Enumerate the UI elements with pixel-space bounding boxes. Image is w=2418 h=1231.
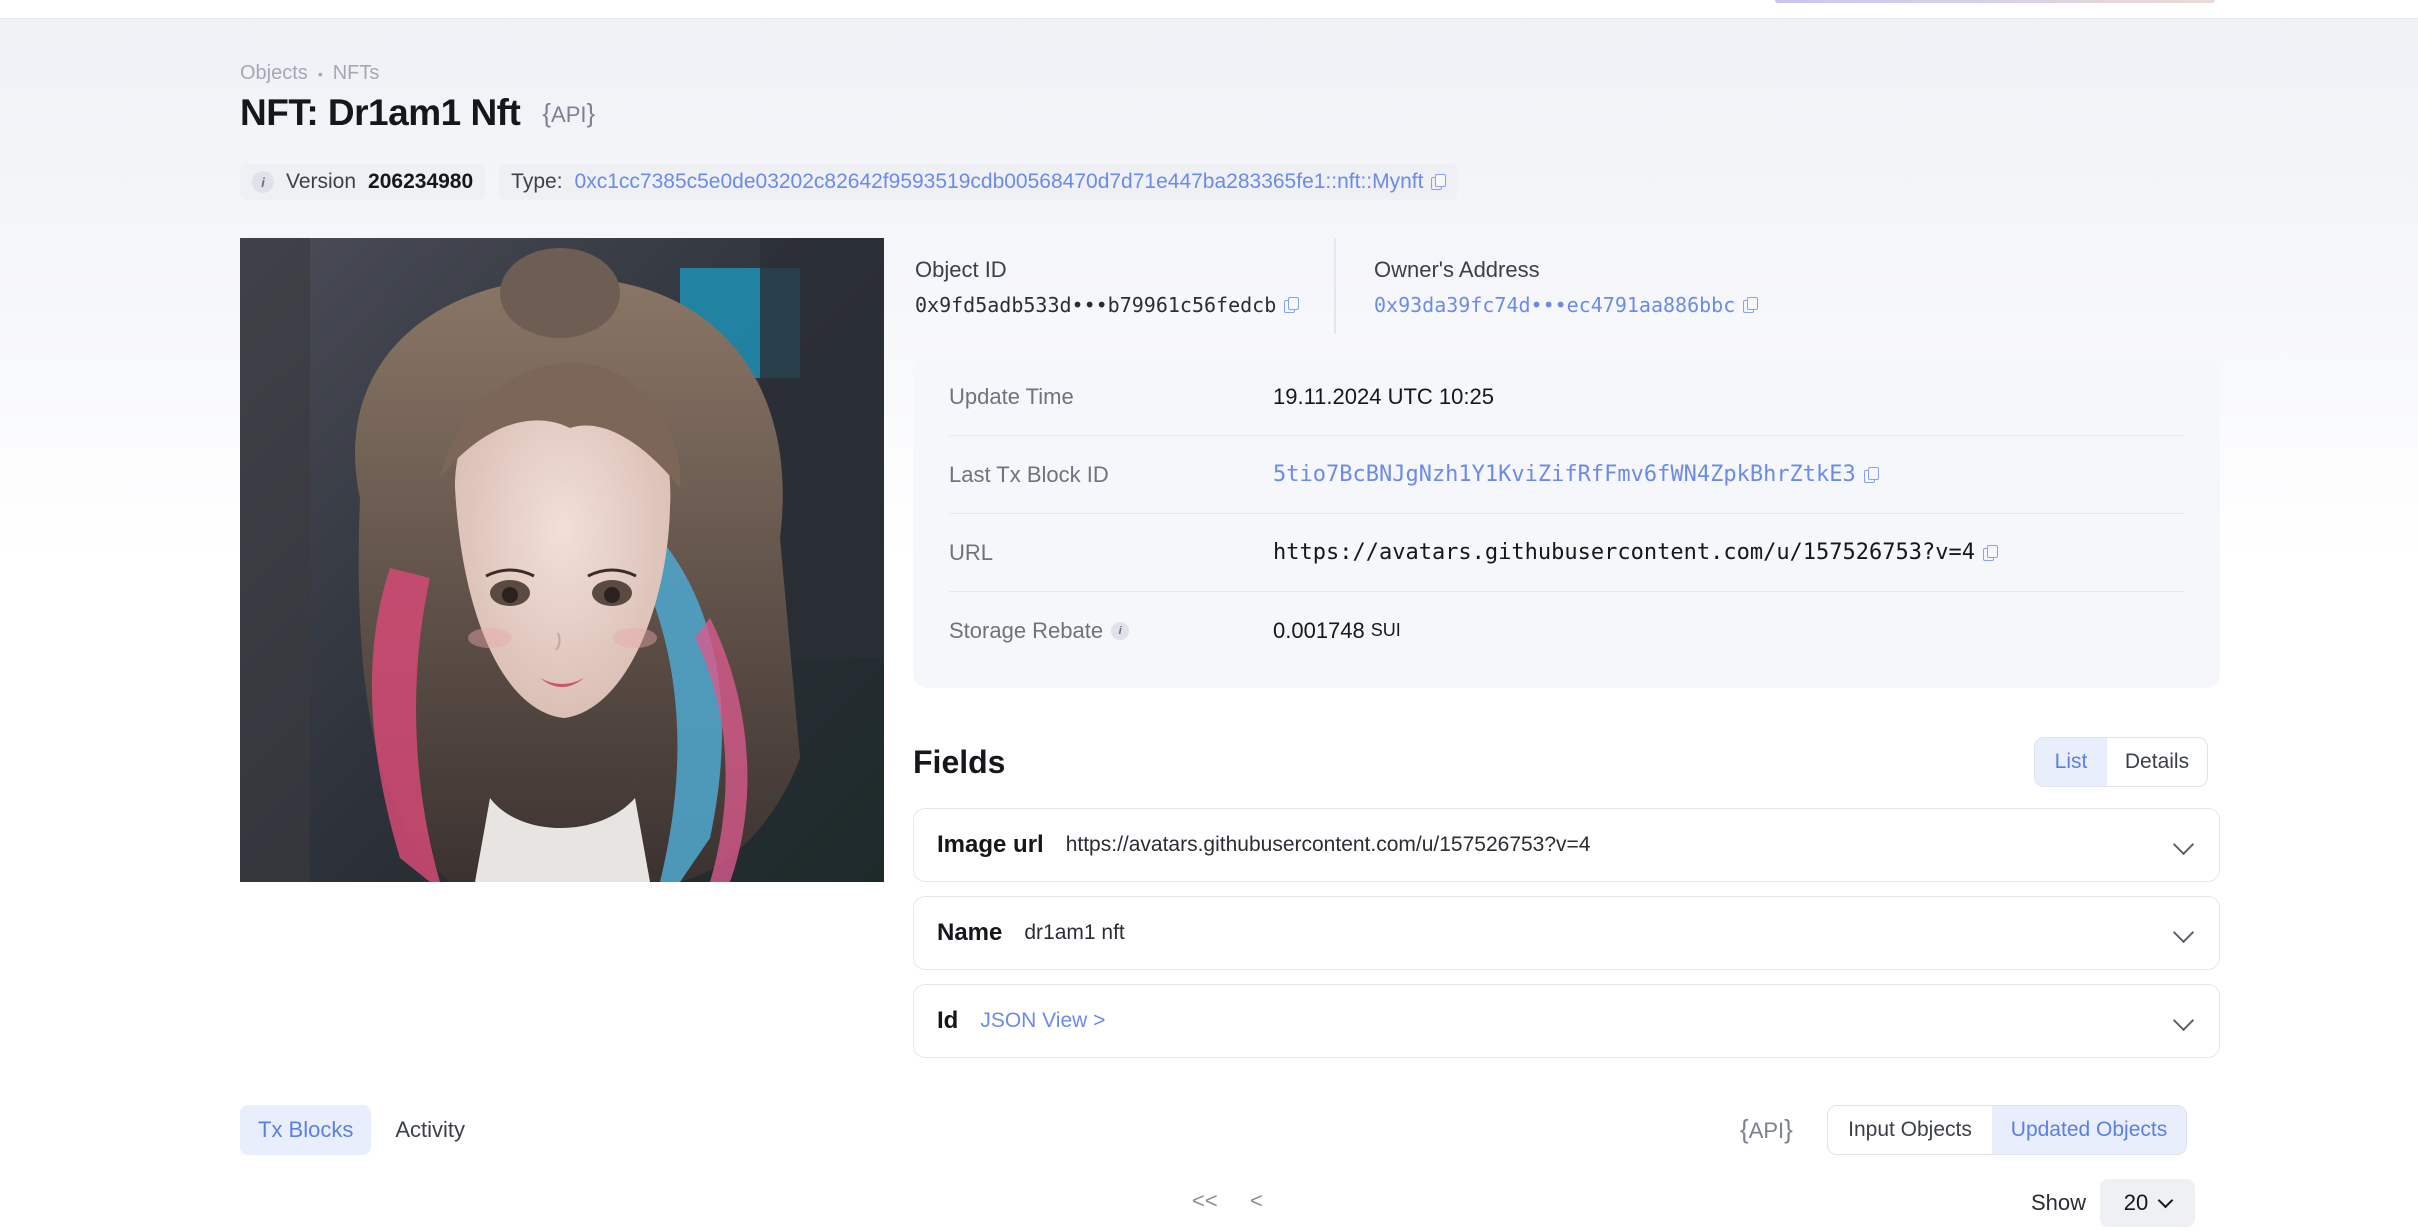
update-time-value: 19.11.2024 UTC 10:25 bbox=[1273, 383, 1494, 409]
copy-icon[interactable] bbox=[1863, 466, 1879, 483]
object-id-block: Object ID 0x9fd5adb533d•••b79961c56fedcb bbox=[915, 257, 1300, 317]
prev-page-button[interactable]: < bbox=[1250, 1188, 1263, 1214]
last-tx-row: Last Tx Block ID 5tio7BcBNJgNzh1Y1KviZif… bbox=[949, 436, 2185, 514]
url-row: URL https://avatars.githubusercontent.co… bbox=[949, 514, 2185, 592]
url-value: https://avatars.githubusercontent.com/u/… bbox=[1273, 540, 1975, 565]
object-id-label: Object ID bbox=[915, 257, 1007, 282]
field-row-image-url[interactable]: Image url https://avatars.githubusercont… bbox=[913, 808, 2220, 882]
chevron-down-icon[interactable] bbox=[2172, 921, 2195, 944]
chevron-down-icon bbox=[2157, 1192, 2174, 1208]
storage-rebate-value-row: 0.001748 SUI bbox=[1273, 618, 1401, 644]
chevron-down-icon[interactable] bbox=[2172, 833, 2195, 856]
first-page-button[interactable]: << bbox=[1192, 1188, 1218, 1214]
info-icon[interactable]: i bbox=[252, 171, 274, 193]
tab-tx-blocks[interactable]: Tx Blocks bbox=[240, 1105, 372, 1155]
page-size-select[interactable]: 20 bbox=[2100, 1179, 2195, 1227]
api-link[interactable]: {API} bbox=[542, 98, 595, 129]
owner-block: Owner's Address 0x93da39fc74d•••ec4791aa… bbox=[1374, 257, 1759, 317]
field-row-name[interactable]: Name dr1am1 nft bbox=[913, 896, 2220, 970]
storage-rebate-label: Storage Rebate bbox=[949, 617, 1104, 643]
nft-image[interactable] bbox=[240, 238, 884, 882]
version-label: Version bbox=[286, 170, 357, 193]
info-icon[interactable]: i bbox=[1111, 621, 1130, 640]
storage-rebate-value: 0.001748 bbox=[1273, 617, 1365, 643]
breadcrumb-separator: • bbox=[317, 65, 323, 82]
title-row: NFT: Dr1am1 Nft {API} bbox=[240, 92, 595, 134]
version-value: 206234980 bbox=[368, 170, 474, 193]
object-meta-chips: i Version 206234980 Type: 0xc1cc7385c5e0… bbox=[240, 164, 1458, 200]
show-label: Show bbox=[2031, 1190, 2087, 1215]
update-time-label: Update Time bbox=[949, 383, 1074, 409]
field-name: Image url bbox=[937, 831, 1044, 858]
fields-title: Fields bbox=[913, 744, 1006, 780]
type-link[interactable]: 0xc1cc7385c5e0de03202c82642f9593519cdb00… bbox=[575, 170, 1424, 194]
url-label: URL bbox=[949, 539, 994, 565]
field-name: Id bbox=[937, 1007, 959, 1034]
top-navigation-bar bbox=[0, 0, 2418, 19]
update-time-row: Update Time 19.11.2024 UTC 10:25 bbox=[949, 358, 2185, 436]
last-tx-link[interactable]: 5tio7BcBNJgNzh1Y1KviZifRfFmv6fWN4ZpkBhrZ… bbox=[1273, 462, 1856, 487]
object-filter-toggle: Input Objects Updated Objects bbox=[1827, 1105, 2187, 1155]
last-tx-label: Last Tx Block ID bbox=[949, 461, 1109, 487]
copy-icon[interactable] bbox=[1743, 297, 1759, 313]
field-value: https://avatars.githubusercontent.com/u/… bbox=[1065, 833, 1591, 856]
copy-icon[interactable] bbox=[1431, 174, 1447, 190]
fields-view-toggle: List Details bbox=[2034, 737, 2208, 787]
field-name: Name bbox=[937, 919, 1003, 946]
type-label: Type: bbox=[511, 170, 563, 193]
page-size-value: 20 bbox=[2123, 1190, 2149, 1215]
version-chip: i Version 206234980 bbox=[240, 164, 486, 200]
url-value-row: https://avatars.githubusercontent.com/u/… bbox=[1273, 540, 1998, 565]
field-value: dr1am1 nft bbox=[1024, 921, 1125, 944]
breadcrumb-objects[interactable]: Objects bbox=[240, 62, 308, 85]
object-id-value-row: 0x9fd5adb533d•••b79961c56fedcb bbox=[915, 293, 1300, 317]
api-link[interactable]: {API} bbox=[1740, 1114, 1793, 1145]
input-objects-button[interactable]: Input Objects bbox=[1828, 1106, 1992, 1154]
owner-address-link[interactable]: 0x93da39fc74d•••ec4791aa886bbc bbox=[1374, 293, 1735, 317]
copy-icon[interactable] bbox=[1983, 544, 1998, 561]
json-view-link[interactable]: JSON View > bbox=[980, 1009, 1105, 1033]
breadcrumb-nfts[interactable]: NFTs bbox=[333, 62, 380, 85]
type-chip: Type: 0xc1cc7385c5e0de03202c82642f959351… bbox=[499, 164, 1458, 200]
copy-icon[interactable] bbox=[1284, 297, 1300, 313]
breadcrumb: Objects • NFTs bbox=[240, 62, 379, 85]
bottom-tabs: Tx Blocks Activity bbox=[240, 1105, 483, 1155]
page-title: NFT: Dr1am1 Nft bbox=[240, 92, 521, 133]
api-label: API bbox=[1748, 1118, 1785, 1143]
object-id-value: 0x9fd5adb533d•••b79961c56fedcb bbox=[915, 293, 1277, 317]
details-card: Update Time 19.11.2024 UTC 10:25 Last Tx… bbox=[913, 358, 2220, 688]
details-view-button[interactable]: Details bbox=[2107, 738, 2207, 786]
owner-label: Owner's Address bbox=[1374, 257, 1540, 282]
storage-rebate-row: Storage Rebate i 0.001748 SUI bbox=[949, 592, 2185, 669]
vertical-divider bbox=[1334, 238, 1336, 334]
updated-objects-button[interactable]: Updated Objects bbox=[1992, 1106, 2186, 1154]
nft-portrait-illustration bbox=[240, 238, 884, 882]
tab-activity[interactable]: Activity bbox=[377, 1105, 483, 1155]
owner-value-row: 0x93da39fc74d•••ec4791aa886bbc bbox=[1374, 293, 1759, 317]
chevron-down-icon[interactable] bbox=[2172, 1009, 2195, 1032]
storage-rebate-label-row: Storage Rebate i bbox=[949, 618, 1273, 644]
list-view-button[interactable]: List bbox=[2035, 738, 2107, 786]
sui-unit: SUI bbox=[1370, 620, 1401, 640]
field-row-id[interactable]: Id JSON View > bbox=[913, 984, 2220, 1058]
last-tx-value-row: 5tio7BcBNJgNzh1Y1KviZifRfFmv6fWN4ZpkBhrZ… bbox=[1273, 462, 1879, 487]
topbar-accent-strip bbox=[1775, 0, 2215, 3]
api-label: API bbox=[551, 101, 587, 127]
